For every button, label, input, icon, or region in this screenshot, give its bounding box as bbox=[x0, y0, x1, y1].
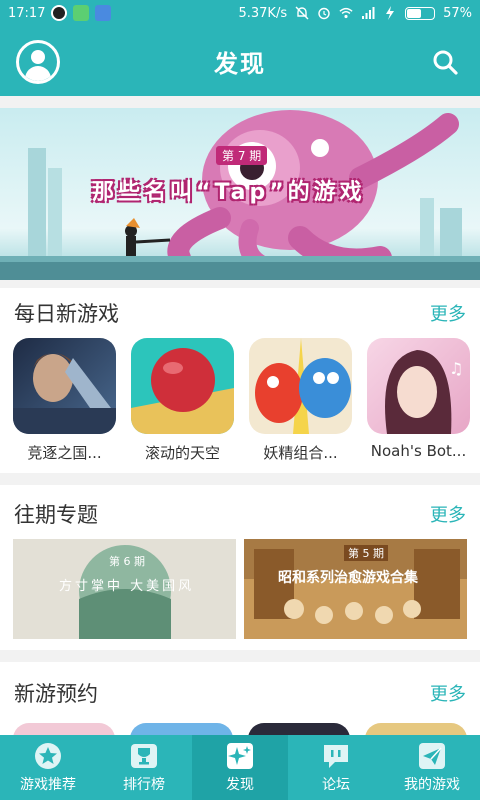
signal-icon bbox=[362, 7, 375, 19]
nav-label: 我的游戏 bbox=[404, 776, 460, 793]
nav-item-discover[interactable]: 发现 bbox=[192, 735, 288, 800]
search-icon[interactable] bbox=[432, 49, 458, 75]
topic-issue: 第 5 期 bbox=[344, 545, 388, 561]
banner-issue-badge: 第 7 期 bbox=[216, 146, 268, 165]
game-icon bbox=[13, 338, 116, 434]
app-notification-icon bbox=[73, 5, 90, 21]
game-icon[interactable] bbox=[130, 723, 233, 735]
more-link[interactable]: 更多 bbox=[430, 300, 466, 326]
bottom-nav: 游戏推荐 排行榜 发现 论坛 我的游戏 bbox=[0, 735, 480, 800]
more-link[interactable]: 更多 bbox=[430, 680, 466, 706]
feature-banner[interactable]: 第 7 期 那些名叫“Tap”的游戏 bbox=[0, 108, 480, 280]
more-link[interactable]: 更多 bbox=[430, 501, 466, 527]
game-card[interactable]: 妖精组合... bbox=[249, 338, 352, 463]
game-card[interactable]: 竞逐之国... bbox=[13, 338, 116, 463]
game-name: 妖精组合... bbox=[263, 444, 338, 462]
app-header: 发现 bbox=[0, 26, 480, 96]
qq-icon bbox=[51, 5, 68, 21]
game-card[interactable]: 滚动的天空 bbox=[131, 338, 234, 463]
nav-label: 论坛 bbox=[322, 776, 350, 793]
game-icon bbox=[249, 338, 352, 434]
svg-text:♫: ♫ bbox=[449, 359, 463, 378]
nav-item-forum[interactable]: 论坛 bbox=[288, 735, 384, 800]
section-title: 往期专题 bbox=[14, 503, 98, 527]
sparkle-icon bbox=[227, 742, 253, 769]
game-name: 竞逐之国... bbox=[27, 444, 102, 462]
game-name: Noah's Bot... bbox=[370, 442, 467, 460]
topic-issue: 第 6 期 bbox=[109, 555, 145, 568]
nav-label: 排行榜 bbox=[123, 776, 165, 793]
wifi-icon bbox=[339, 7, 353, 19]
nav-item-ranking[interactable]: 排行榜 bbox=[96, 735, 192, 800]
game-name: 滚动的天空 bbox=[144, 444, 220, 462]
charging-icon bbox=[386, 6, 395, 20]
past-topics-section: 往期专题 更多 第 6 期 方寸掌中 大美国风 第 5 期 昭和系列治愈游戏合集 bbox=[0, 485, 480, 650]
nav-item-recommend[interactable]: 游戏推荐 bbox=[0, 735, 96, 800]
daily-new-games-section: 每日新游戏 更多 竞逐之国... 滚动的天空 妖精组合... ♫ Noah's bbox=[0, 288, 480, 473]
send-icon bbox=[419, 742, 445, 769]
game-icon: ♫ bbox=[367, 338, 470, 434]
status-time: 17:17 bbox=[8, 5, 46, 21]
game-card[interactable]: ♫ Noah's Bot... bbox=[367, 338, 470, 463]
mute-icon bbox=[295, 6, 309, 20]
star-icon bbox=[35, 742, 61, 769]
topic-card[interactable]: 第 6 期 方寸掌中 大美国风 bbox=[13, 539, 236, 639]
topic-card[interactable]: 第 5 期 昭和系列治愈游戏合集 bbox=[244, 539, 467, 639]
nav-item-my-games[interactable]: 我的游戏 bbox=[384, 735, 480, 800]
game-icon bbox=[131, 338, 234, 434]
banner-title: 那些名叫“Tap”的游戏 bbox=[92, 180, 366, 205]
nav-label: 发现 bbox=[226, 776, 254, 793]
game-icon[interactable] bbox=[364, 723, 467, 735]
preorder-section: 新游预约 更多 bbox=[0, 662, 480, 735]
game-icon[interactable] bbox=[247, 723, 350, 735]
section-title: 新游预约 bbox=[14, 682, 98, 706]
topic-title: 方寸掌中 大美国风 bbox=[59, 579, 195, 594]
app-notification-icon bbox=[95, 5, 112, 21]
avatar[interactable] bbox=[16, 40, 60, 84]
battery-icon bbox=[405, 6, 436, 20]
page-title: 发现 bbox=[214, 49, 266, 78]
topic-title: 昭和系列治愈游戏合集 bbox=[278, 570, 418, 586]
section-title: 每日新游戏 bbox=[14, 302, 119, 326]
game-icon[interactable] bbox=[13, 723, 116, 735]
battery-percent: 57% bbox=[443, 5, 472, 21]
nav-label: 游戏推荐 bbox=[20, 776, 76, 793]
alarm-icon bbox=[318, 7, 330, 20]
chat-icon bbox=[324, 744, 348, 768]
network-speed: 5.37K/s bbox=[238, 5, 288, 21]
trophy-icon bbox=[131, 743, 157, 768]
status-bar: 17:17 5.37K/s 57% bbox=[0, 0, 480, 26]
